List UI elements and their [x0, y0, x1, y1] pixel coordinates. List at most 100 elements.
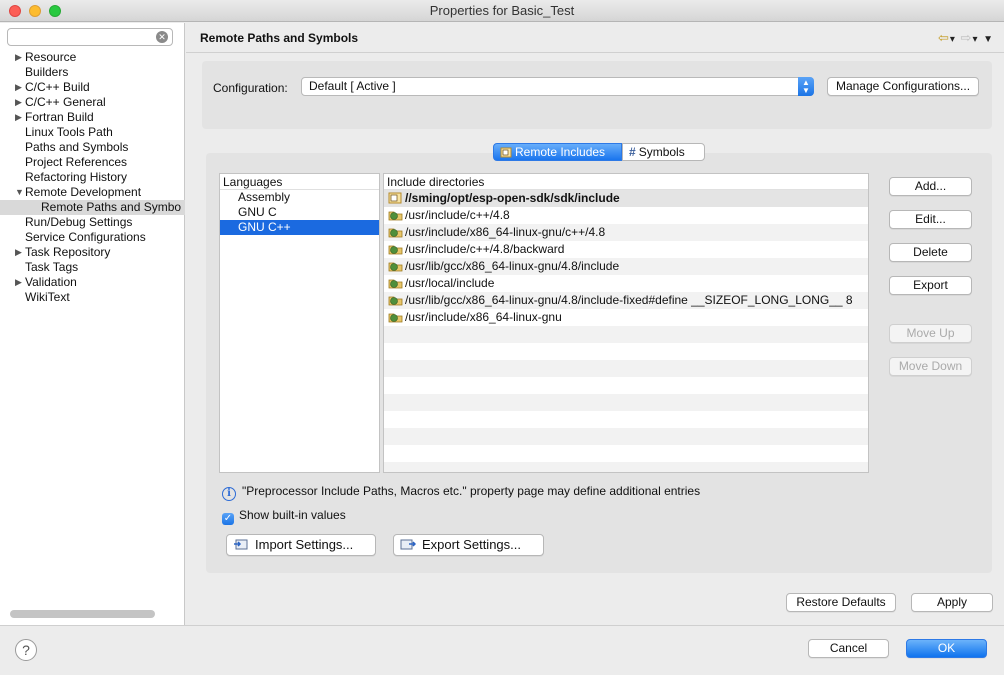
tree-item-label: Run/Debug Settings: [25, 215, 133, 229]
minimize-window-button[interactable]: [29, 5, 41, 17]
empty-row: [384, 377, 868, 394]
back-arrow-icon[interactable]: ⇦: [938, 30, 950, 45]
include-row[interactable]: /usr/lib/gcc/x86_64-linux-gnu/4.8/includ…: [384, 258, 868, 275]
cancel-button[interactable]: Cancel: [808, 639, 889, 658]
include-row[interactable]: /usr/include/c++/4.8/backward: [384, 241, 868, 258]
include-path: /usr/include/x86_64-linux-gnu/c++/4.8: [405, 225, 606, 239]
system-include-icon: [388, 211, 403, 221]
tree-item[interactable]: Task Tags: [0, 260, 185, 275]
tree-item-label: C/C++ General: [25, 95, 106, 109]
empty-row: [384, 445, 868, 462]
empty-row: [384, 428, 868, 445]
language-item[interactable]: GNU C++: [220, 220, 379, 235]
tree-item[interactable]: Builders: [0, 65, 185, 80]
empty-row: [384, 462, 868, 472]
tab-symbols[interactable]: # Symbols: [622, 143, 705, 161]
configuration-value: Default [ Active ]: [309, 79, 396, 93]
close-window-button[interactable]: [9, 5, 21, 17]
tree-item-label: Remote Paths and Symbo: [41, 200, 182, 214]
move-down-button[interactable]: Move Down: [889, 357, 972, 376]
empty-row: [384, 394, 868, 411]
tree-item[interactable]: ▶ Fortran Build: [0, 110, 185, 125]
filter-input[interactable]: ✕: [7, 28, 173, 46]
tree-item[interactable]: Project References: [0, 155, 185, 170]
include-folder-icon: [500, 147, 512, 158]
hash-icon: #: [629, 145, 636, 159]
include-directories-list[interactable]: Include directories //sming/opt/esp-open…: [383, 173, 869, 473]
configuration-label: Configuration:: [213, 81, 288, 95]
tree-item-label: Fortran Build: [25, 110, 94, 124]
include-row[interactable]: /usr/include/c++/4.8: [384, 207, 868, 224]
include-row[interactable]: //sming/opt/esp-open-sdk/sdk/include: [384, 190, 868, 207]
edit-button[interactable]: Edit...: [889, 210, 972, 229]
disclosure-closed-icon[interactable]: ▶: [15, 95, 22, 110]
horizontal-scrollbar[interactable]: [10, 610, 155, 618]
delete-button[interactable]: Delete: [889, 243, 972, 262]
tree-item[interactable]: Linux Tools Path: [0, 125, 185, 140]
languages-list[interactable]: Languages Assembly GNU C GNU C++: [219, 173, 380, 473]
export-button[interactable]: Export: [889, 276, 972, 295]
tree-item[interactable]: ▶ Resource: [0, 50, 185, 65]
tree-item[interactable]: Remote Paths and Symbo: [0, 200, 185, 215]
language-item[interactable]: GNU C: [220, 205, 379, 220]
forward-arrow-icon[interactable]: ⇨: [961, 30, 973, 45]
include-row[interactable]: /usr/include/x86_64-linux-gnu: [384, 309, 868, 326]
properties-sidebar: ✕ ▶ Resource Builders ▶ C/C++ Build ▶ C/C++ Ge…: [0, 23, 185, 625]
tree-item-label: Task Repository: [25, 245, 111, 259]
user-include-icon: [388, 192, 402, 204]
include-directories-header: Include directories: [384, 174, 868, 190]
disclosure-closed-icon[interactable]: ▶: [15, 245, 22, 260]
tree-item[interactable]: ▶ Task Repository: [0, 245, 185, 260]
disclosure-closed-icon[interactable]: ▶: [15, 275, 22, 290]
manage-configurations-button[interactable]: Manage Configurations...: [827, 77, 979, 96]
clear-icon[interactable]: ✕: [156, 31, 168, 43]
include-path: /usr/lib/gcc/x86_64-linux-gnu/4.8/includ…: [405, 293, 853, 307]
tree-item-label: Validation: [25, 275, 77, 289]
export-settings-button[interactable]: Export Settings...: [393, 534, 544, 556]
window-titlebar: Properties for Basic_Test: [0, 0, 1004, 22]
import-settings-button[interactable]: Import Settings...: [226, 534, 376, 556]
ok-button[interactable]: OK: [906, 639, 987, 658]
tree-item[interactable]: ▶ Validation: [0, 275, 185, 290]
move-up-button[interactable]: Move Up: [889, 324, 972, 343]
system-include-icon: [388, 279, 403, 289]
help-icon[interactable]: ?: [15, 639, 37, 661]
tree-item[interactable]: Run/Debug Settings: [0, 215, 185, 230]
tab-remote-includes[interactable]: Remote Includes: [493, 143, 622, 161]
disclosure-closed-icon[interactable]: ▶: [15, 110, 22, 125]
system-include-icon: [388, 296, 403, 306]
back-menu-icon[interactable]: ▾: [950, 34, 956, 45]
languages-header: Languages: [220, 174, 379, 190]
include-row[interactable]: /usr/local/include: [384, 275, 868, 292]
include-path: /usr/include/x86_64-linux-gnu: [405, 310, 562, 324]
tree-item[interactable]: ▶ C/C++ General: [0, 95, 185, 110]
tree-item[interactable]: Paths and Symbols: [0, 140, 185, 155]
apply-button[interactable]: Apply: [911, 593, 993, 612]
empty-row: [384, 343, 868, 360]
tree-item-label: Paths and Symbols: [25, 140, 129, 154]
show-builtin-checkbox[interactable]: ✓: [222, 513, 234, 525]
language-item[interactable]: Assembly: [220, 190, 379, 205]
include-row[interactable]: /usr/lib/gcc/x86_64-linux-gnu/4.8/includ…: [384, 292, 868, 309]
system-include-icon: [388, 245, 403, 255]
tree-item[interactable]: Service Configurations: [0, 230, 185, 245]
tree-item[interactable]: Refactoring History: [0, 170, 185, 185]
disclosure-closed-icon[interactable]: ▶: [15, 80, 22, 95]
tree-item[interactable]: ▼ Remote Development: [0, 185, 185, 200]
view-menu-icon[interactable]: ▼: [983, 34, 994, 45]
include-row[interactable]: /usr/include/x86_64-linux-gnu/c++/4.8: [384, 224, 868, 241]
include-path: /usr/include/c++/4.8/backward: [405, 242, 565, 256]
add-button[interactable]: Add...: [889, 177, 972, 196]
tree-item-label: Remote Development: [25, 185, 142, 199]
zoom-window-button[interactable]: [49, 5, 61, 17]
disclosure-closed-icon[interactable]: ▶: [15, 50, 22, 65]
empty-row: [384, 411, 868, 428]
show-builtin-row[interactable]: ✓ Show built-in values: [222, 508, 346, 525]
tree-item[interactable]: WikiText: [0, 290, 185, 305]
forward-menu-icon[interactable]: ▾: [972, 34, 978, 45]
configuration-select[interactable]: Default [ Active ] ▲ ▼: [301, 77, 814, 96]
tree-item[interactable]: ▶ C/C++ Build: [0, 80, 185, 95]
restore-defaults-button[interactable]: Restore Defaults: [786, 593, 896, 612]
disclosure-open-icon[interactable]: ▼: [15, 185, 24, 200]
info-text: "Preprocessor Include Paths, Macros etc.…: [242, 484, 701, 498]
